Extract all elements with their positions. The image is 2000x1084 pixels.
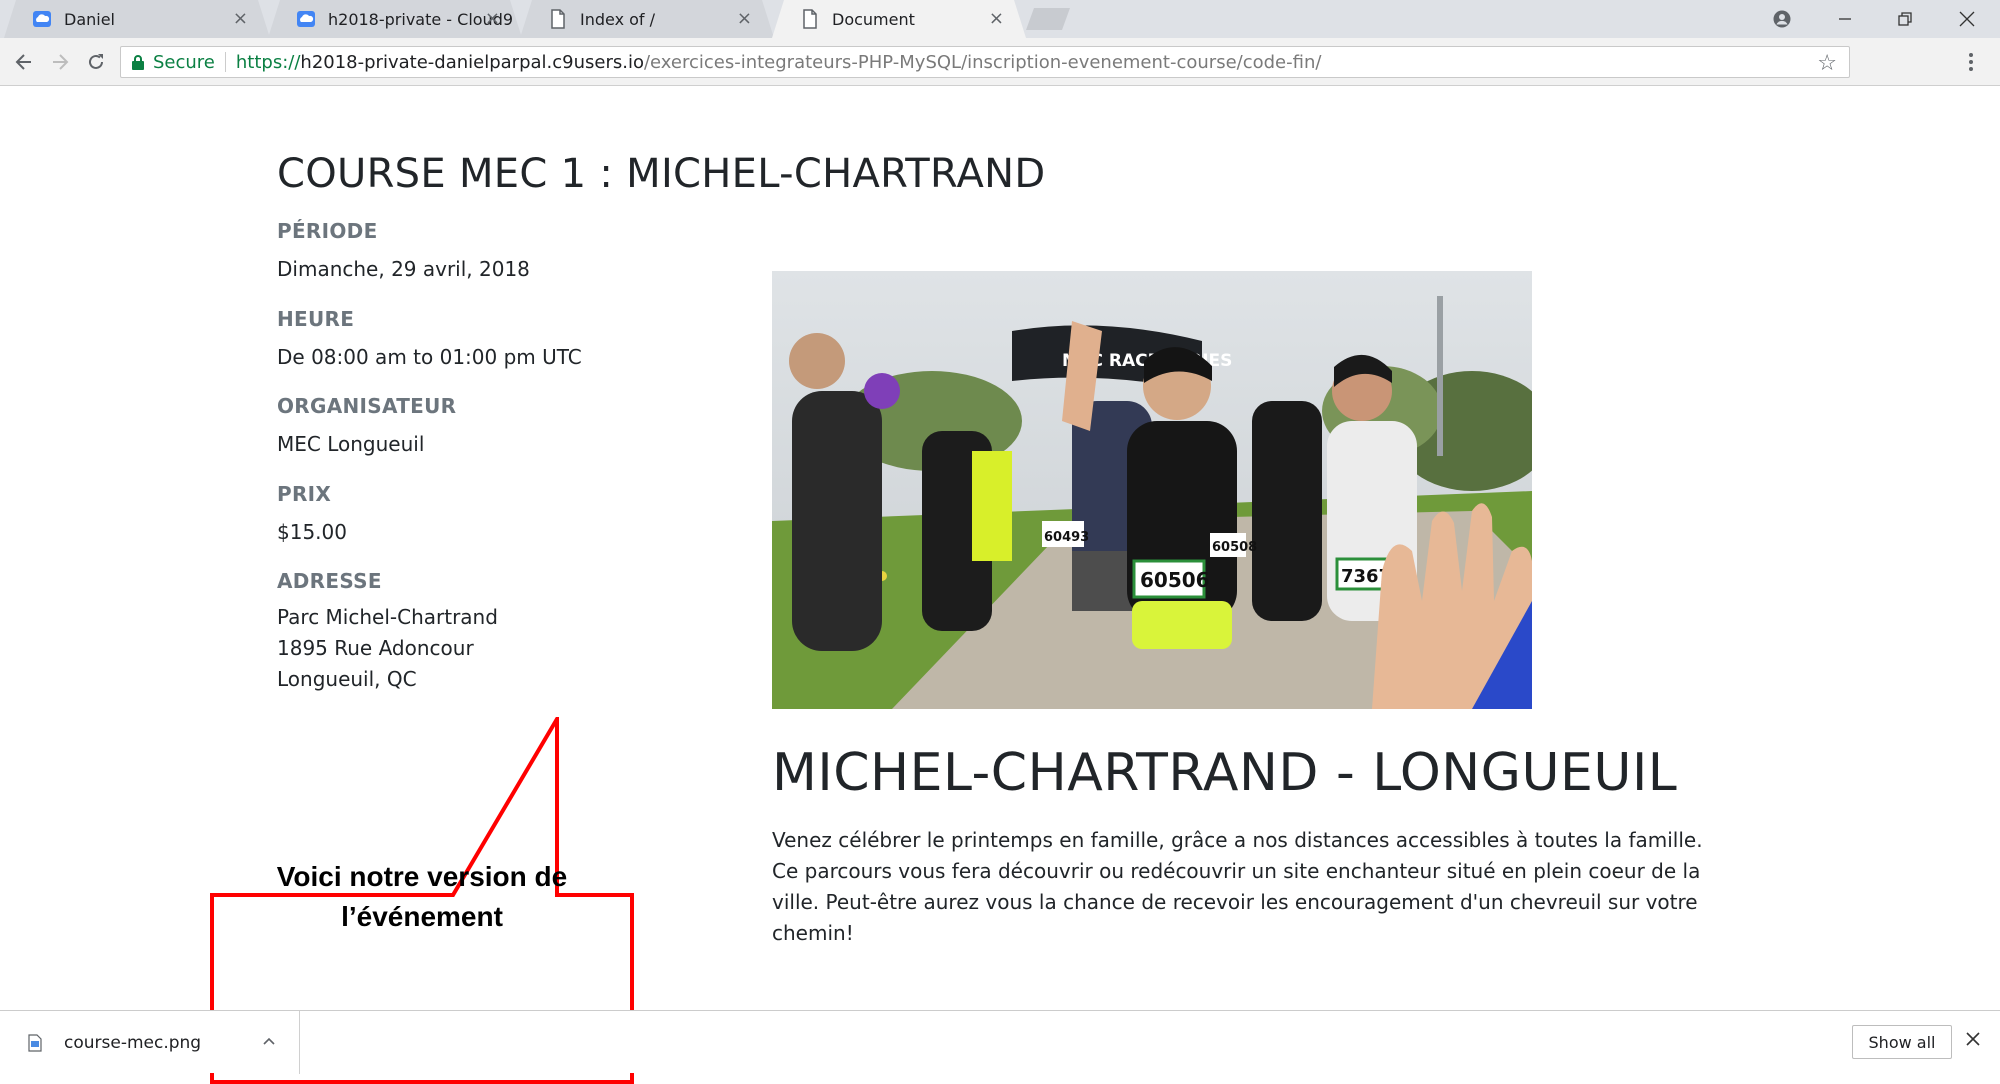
- reload-icon[interactable]: [82, 48, 110, 76]
- document-icon: [800, 9, 820, 29]
- cloud9-icon: [296, 9, 316, 29]
- secure-label: Secure: [153, 51, 215, 73]
- photo-bib-text: 60506: [1140, 568, 1210, 592]
- prix-value: $15.00: [277, 520, 347, 544]
- tab-index[interactable]: Index of / ×: [520, 0, 774, 38]
- tab-title: Document: [832, 9, 915, 29]
- close-tab-icon[interactable]: ×: [989, 9, 1004, 29]
- photo-bib-text: 60493: [1044, 530, 1089, 545]
- download-item[interactable]: course-mec.png: [0, 1011, 300, 1074]
- browser-toolbar: Secure https://h2018-private-danielparpa…: [0, 38, 2000, 86]
- page-content: COURSE MEC 1 : MICHEL-CHARTRAND PÉRIODE …: [0, 87, 2000, 1084]
- minimize-icon[interactable]: [1830, 4, 1860, 34]
- tab-document[interactable]: Document ×: [772, 0, 1026, 38]
- callout-line: Voici notre version de: [276, 861, 568, 892]
- event-photo: MEC RACE SERIES 60506: [772, 271, 1532, 709]
- address-bar[interactable]: Secure https://h2018-private-danielparpa…: [120, 46, 1850, 78]
- restore-icon[interactable]: [1890, 4, 1920, 34]
- callout-text: Voici notre version de l’événement: [212, 857, 632, 937]
- close-tab-icon[interactable]: ×: [233, 9, 248, 29]
- adresse-value: Parc Michel-Chartrand 1895 Rue Adoncour …: [277, 602, 498, 695]
- close-tab-icon[interactable]: ×: [485, 9, 500, 29]
- document-icon: [548, 9, 568, 29]
- tab-title: Index of /: [580, 9, 656, 29]
- bookmark-star-icon[interactable]: ☆: [1817, 51, 1837, 76]
- heure-value: De 08:00 am to 01:00 pm UTC: [277, 345, 582, 369]
- heure-label: HEURE: [277, 307, 355, 331]
- url-text[interactable]: https://h2018-private-danielparpal.c9use…: [236, 52, 1322, 73]
- close-download-bar-icon[interactable]: [1966, 1027, 1980, 1052]
- prix-label: PRIX: [277, 482, 332, 506]
- tab-strip: Daniel × h2018-private - Cloud9 × Index …: [0, 0, 2000, 38]
- more-options-icon[interactable]: [1956, 47, 1986, 77]
- download-file-name: course-mec.png: [64, 1032, 202, 1053]
- address-line: Parc Michel-Chartrand: [277, 605, 498, 629]
- download-bar: course-mec.png Show all: [0, 1010, 2000, 1074]
- url-host: h2018-private-danielparpal.c9users.io: [300, 51, 644, 73]
- image-file-icon: [28, 1033, 42, 1052]
- close-window-icon[interactable]: [1952, 4, 1982, 34]
- back-arrow-icon[interactable]: [10, 48, 38, 76]
- callout-line: l’événement: [341, 901, 503, 932]
- tab-cloud9[interactable]: h2018-private - Cloud9 ×: [268, 0, 522, 38]
- event-heading: MICHEL-CHARTRAND - LONGUEUIL: [772, 743, 1678, 803]
- new-tab-button[interactable]: [1026, 8, 1070, 30]
- show-all-button[interactable]: Show all: [1852, 1025, 1952, 1059]
- organisateur-value: MEC Longueuil: [277, 432, 425, 456]
- address-line: Longueuil, QC: [277, 667, 417, 691]
- tab-title: Daniel: [64, 9, 115, 29]
- url-path: /exercices-integrateurs-PHP-MySQL/inscri…: [643, 51, 1322, 73]
- omnibox-divider: [224, 52, 226, 72]
- organisateur-label: ORGANISATEUR: [277, 394, 457, 418]
- url-scheme: https://: [235, 51, 301, 73]
- forward-arrow-icon[interactable]: [46, 48, 74, 76]
- photo-bib-text: 60508: [1212, 540, 1257, 555]
- lock-icon: [132, 55, 144, 70]
- chevron-up-icon[interactable]: [262, 1031, 276, 1050]
- periode-value: Dimanche, 29 avril, 2018: [277, 257, 530, 281]
- adresse-label: ADRESSE: [277, 569, 382, 593]
- page-title: COURSE MEC 1 : MICHEL-CHARTRAND: [277, 151, 1046, 197]
- event-description: Venez célébrer le printemps en famille, …: [772, 828, 1703, 945]
- profile-icon[interactable]: [1767, 4, 1797, 34]
- address-line: 1895 Rue Adoncour: [277, 636, 474, 660]
- periode-label: PÉRIODE: [277, 219, 378, 243]
- tab-daniel[interactable]: Daniel ×: [4, 0, 270, 38]
- close-tab-icon[interactable]: ×: [737, 9, 752, 29]
- cloud9-icon: [32, 9, 52, 29]
